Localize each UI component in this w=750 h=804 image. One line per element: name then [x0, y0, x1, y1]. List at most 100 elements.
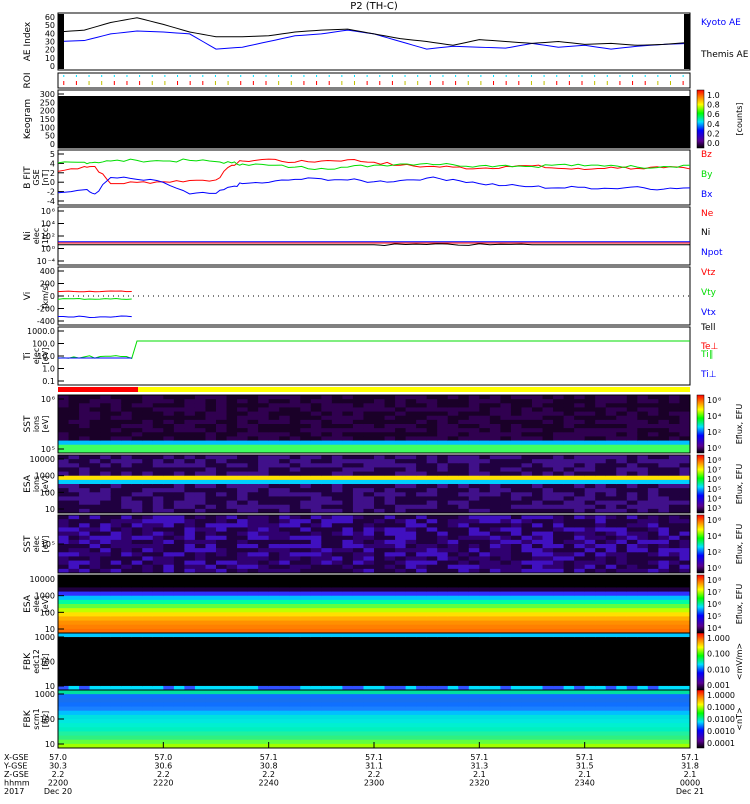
keogram-image: [58, 96, 690, 148]
sst_ion-ytick: 10 ⁶: [41, 395, 55, 404]
panel-keogram: Keogram3002502001501005001.00.80.60.40.2…: [23, 90, 744, 149]
sst_ion-sublabel: ions: [32, 416, 41, 432]
ti-ytick: 10.0: [37, 352, 55, 361]
esa_elec-colorbar-tick: 10 ⁴: [707, 624, 721, 633]
bfield-ytick: 0: [50, 178, 55, 187]
fbk_scm-ytick: 10: [45, 740, 55, 749]
sst_ion-colorbar: [697, 395, 704, 453]
xaxis-tick-hhmm: 2240: [258, 779, 278, 788]
fbk_edc-ytick: 100: [40, 658, 55, 667]
xaxis-tick-date: Dec 20: [44, 787, 72, 796]
esa_ion-ytick: 100: [40, 488, 55, 497]
vi-ytick: 400: [40, 267, 55, 276]
fbk_scm-colorbar-tick: 0.0001: [707, 739, 735, 748]
esa_ion-ytick: 1000: [35, 472, 55, 481]
bfield-ytick: -2: [47, 188, 55, 197]
themis-summary-plot: P2 (TH-C) AE Index6050403020100Kyoto AET…: [0, 0, 750, 800]
ae-legend-1: Themis AE: [700, 50, 749, 60]
esa_elec-colorbar-tick: 10 ⁷: [707, 588, 721, 597]
vi-series-vty: [58, 299, 132, 300]
roi-frame: [58, 73, 690, 88]
ti-frame: [58, 327, 690, 385]
panel-ni: Nielec[1/cc]10 ⁶10 ⁴10 ²10 ⁰10 ⁻⁴NeNiNpo…: [23, 207, 723, 266]
keogram-colorbar-tick: 0.8: [707, 101, 720, 110]
sst_elec-ytick: 10 ⁵: [41, 540, 55, 549]
esa_elec-ytick: 100: [40, 608, 55, 617]
panel-fbk_scm: FBKscm1[Hz]1000100101.00000.10000.01000.…: [23, 690, 744, 749]
esa_ion-ytick: 10: [45, 505, 55, 514]
fbk_scm-colorbar-tick: 0.1000: [707, 703, 735, 712]
bfield-series-bx: [58, 177, 690, 194]
sst_ion-colorbar-label: Eflux, EFU: [735, 404, 744, 445]
sst_elec-colorbar-tick: 10 ²: [707, 548, 721, 557]
esa_elec-colorbar-tick: 10 ⁶: [707, 600, 721, 609]
vi-ytick: -400: [37, 317, 55, 326]
sst_ion-colorbar-tick: 10 ⁶: [707, 396, 721, 405]
esa_ion-colorbar-tick: 10 ³: [707, 504, 721, 513]
ae-series-kyotoae: [58, 30, 690, 49]
fbk_edc-colorbar-tick: 0.010: [707, 665, 730, 674]
sst_elec-colorbar: [697, 515, 704, 573]
ni-frame: [58, 207, 690, 265]
esa_elec-colorbar: [697, 575, 704, 633]
esa_ion-colorbar-label: Eflux, EFU: [735, 464, 744, 505]
xaxis-tick-hhmm: 2320: [469, 779, 489, 788]
bfield-ytick: -4: [47, 197, 55, 206]
keogram-colorbar-tick: 0.6: [707, 110, 720, 119]
fbk_scm-colorbar-tick: 0.0010: [707, 727, 735, 736]
ti-ytick: 0.1: [42, 377, 55, 386]
keogram-colorbar: [697, 90, 704, 148]
vi-legend-1: Vty: [701, 288, 717, 298]
esa_ion-colorbar-tick: 10 ⁶: [707, 475, 721, 484]
esa_elec-colorbar-label: Eflux, EFU: [735, 584, 744, 625]
ti-ytick: 1.0: [42, 365, 55, 374]
bfield-ytick: 4: [50, 159, 55, 168]
ni-ytick: 10 ⁶: [41, 207, 55, 216]
sst_elec-colorbar-tick: 10 ⁶: [707, 516, 721, 525]
panel-ae: AE Index6050403020100Kyoto AEThemis AE: [23, 13, 749, 71]
ni-legend-0: Ne: [701, 209, 714, 219]
esa_ion-colorbar-tick: 10 ⁷: [707, 466, 721, 475]
fbk_scm-colorbar: [697, 690, 704, 748]
bfield-sublabel: GSE: [32, 169, 41, 185]
esa_ion-colorbar-tick: 10 ⁸: [707, 456, 721, 465]
sst_ion-ytick: 10 ⁵: [41, 445, 55, 454]
ti-ytick: 1000.0: [27, 327, 55, 336]
esa_elec-ytick: 10000: [30, 575, 55, 584]
sst_ion-units: [eV]: [41, 416, 50, 433]
fbk_edc-colorbar-tick: 0.100: [707, 650, 730, 659]
esa_ion-colorbar-tick: 10 ⁴: [707, 494, 721, 503]
bfield-series-by: [58, 159, 690, 169]
sst_elec-colorbar-tick: 10 ⁰: [707, 564, 721, 573]
sst_elec-colorbar-tick: 10 ⁴: [707, 532, 721, 541]
esa_ion-ytick: 10000: [30, 455, 55, 464]
ti-legend-2: Ti∥: [700, 350, 713, 360]
xaxis-tick-date: Dec 21: [676, 787, 704, 796]
panel-fbk_edc: FBKedc12[Hz]1000100101.0000.1000.0100.00…: [23, 633, 744, 691]
sst_elec-sublabel: elec: [32, 536, 41, 552]
xaxis-tick-hhmm: 2300: [364, 779, 384, 788]
keogram-ylabel: Keogram: [23, 99, 33, 139]
plot-title: P2 (TH-C): [350, 1, 398, 12]
bfield-ytick: 2: [50, 169, 55, 178]
vi-series-vtz: [58, 291, 132, 292]
panel-vi: Vi[km/s]4002000-200-400VtzVtyVtx: [23, 267, 717, 326]
ni-ytick: 10 ⁴: [41, 220, 55, 229]
roi-ylabel: ROI: [23, 73, 33, 89]
bfield-legend-1: By: [701, 170, 713, 180]
keogram-colorbar-tick: 1.0: [707, 91, 720, 100]
fbk_edc-spectrogram: [58, 633, 691, 691]
bfield-legend-0: Bz: [701, 150, 712, 160]
keogram-colorbar-tick: 0.4: [707, 120, 720, 129]
mode-bar-slow: [58, 387, 138, 392]
bfield-units: [nT]: [41, 169, 50, 185]
fbk_scm-colorbar-tick: 0.0100: [707, 715, 735, 724]
esa_elec-colorbar-tick: 10 ⁸: [707, 576, 721, 585]
sst_ion-colorbar-tick: 10 ⁰: [707, 444, 721, 453]
sst_ion-spectrogram: [58, 395, 691, 454]
keogram-colorbar-label: [counts]: [735, 103, 744, 136]
ae-missing-strip: [58, 14, 64, 69]
ti-series-ti: [58, 341, 690, 358]
bfield-legend-2: Bx: [701, 190, 713, 200]
fbk_edc-colorbar: [697, 633, 704, 690]
